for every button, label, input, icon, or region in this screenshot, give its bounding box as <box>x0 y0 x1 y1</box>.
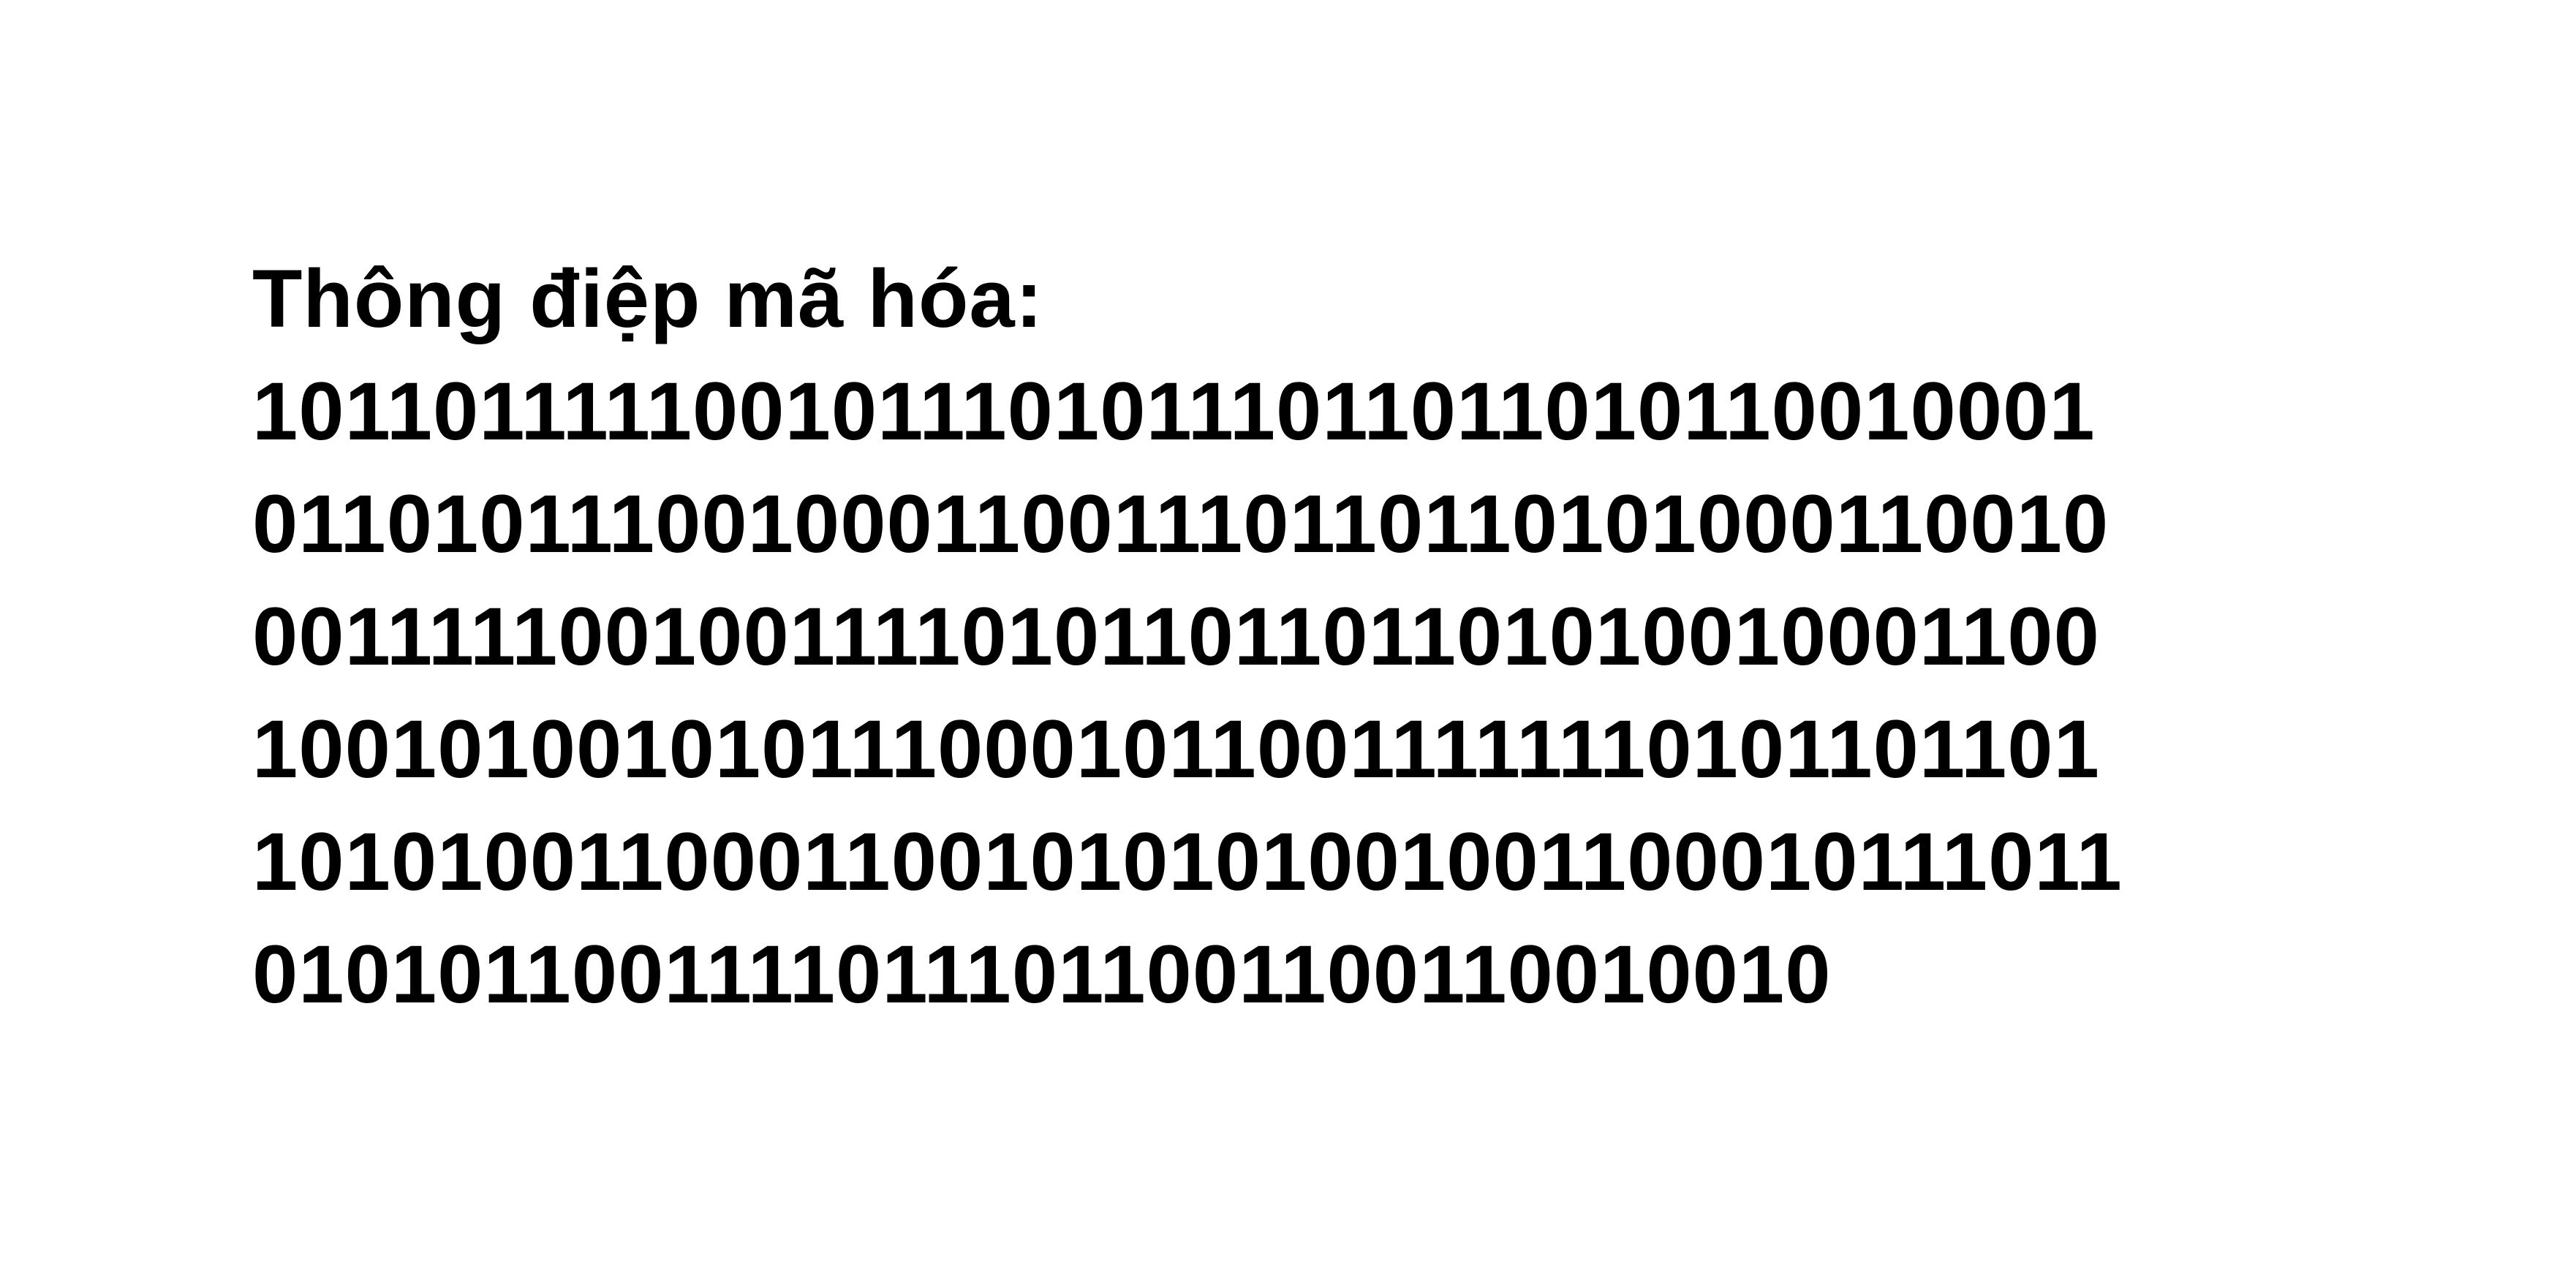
binary-line-6: 0101011001111011101100110011001001​0 <box>252 929 1832 1020</box>
message-heading: Thông điệp mã hóa: <box>252 253 1043 344</box>
binary-line-4: 1001010010101110001011001111111010110110… <box>252 703 2100 795</box>
binary-line-1: 1011011111001011101011101101101011001000… <box>252 366 2096 457</box>
binary-line-2: 0110101110010001100111011011010100011001… <box>252 478 2109 570</box>
binary-line-3: 0011111001001111010110110110101001000110… <box>252 591 2100 682</box>
encoded-message-block: Thông điệp mã hóa: 101101111100101110101… <box>252 243 2123 1031</box>
binary-line-5: 1010100110001100101010100100110001011101… <box>252 816 2123 907</box>
